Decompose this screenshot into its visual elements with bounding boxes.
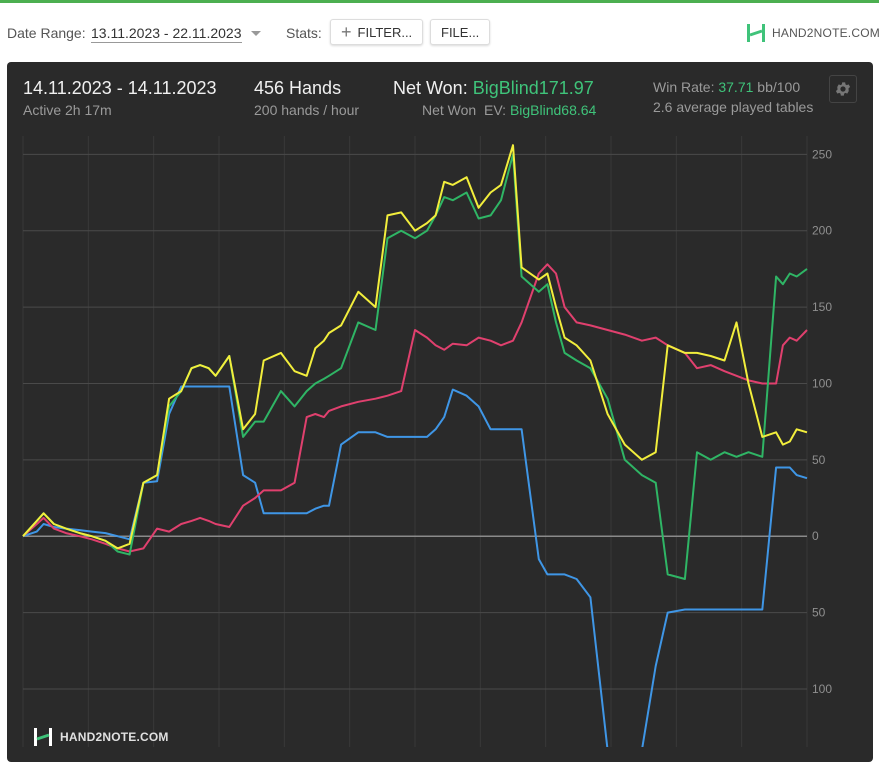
stats-label: Stats: [286,25,322,41]
net-won-ev: Net Won EV: BigBlind68.64 [422,102,596,118]
gear-icon [835,82,851,96]
ev-value: BigBlind68.64 [509,102,597,118]
watermark-text: HAND2NOTE.COM [60,730,169,744]
y-tick-label: 50 [812,606,826,620]
win-rate: Win Rate: 37.71 bb/100 [653,79,800,95]
active-time: Active 2h 17m [23,102,112,118]
y-tick-label: 150 [812,300,832,314]
date-range-select[interactable]: 13.11.2023 - 22.11.2023 [91,25,242,43]
brand-text: HAND2NOTE.COM [772,26,879,40]
avg-tables: 2.6 average played tables [653,99,814,115]
h2n-watermark-icon [34,728,52,746]
toolbar: Date Range: 13.11.2023 - 22.11.2023 Stat… [0,3,879,61]
hands-rate: 200 hands / hour [254,102,360,118]
brand-logo: HAND2NOTE.COM [745,22,879,44]
y-tick-label: 100 [812,376,832,390]
chevron-down-icon[interactable] [251,31,261,36]
date-range-label: Date Range: [7,25,86,41]
y-tick-label: 250 [812,147,832,161]
hands-count: 456 Hands [254,78,342,98]
ev-label: Net Won EV: [422,102,507,118]
y-tick-label: 0 [812,529,819,543]
filter-button-label: FILTER... [357,24,413,40]
period-title: 14.11.2023 - 14.11.2023 [23,78,217,98]
file-button[interactable]: FILE... [430,19,491,45]
filter-button[interactable]: + FILTER... [330,19,424,45]
watermark-logo: HAND2NOTE.COM [32,726,169,748]
results-chart[interactable]: 250 200 150 100 50 0 50 100 [7,62,873,747]
y-tick-label: 100 [812,682,832,696]
h2n-logo-icon [747,24,765,42]
net-won-value: BigBlind171.97 [472,78,594,98]
net-won-label: Net Won: [393,78,468,98]
y-tick-label: 50 [812,453,826,467]
win-rate-label: Win Rate: [653,79,715,95]
win-rate-value: 37.71 [718,79,754,95]
settings-button[interactable] [829,75,857,103]
win-rate-unit: bb/100 [757,79,801,95]
net-won: Net Won: BigBlind171.97 [393,78,594,99]
graph-panel: 250 200 150 100 50 0 50 100 14.11.2023 - 14.11.… [7,62,873,762]
plus-icon: + [341,22,352,42]
file-button-label: FILE... [441,24,480,40]
y-tick-label: 200 [812,224,832,238]
